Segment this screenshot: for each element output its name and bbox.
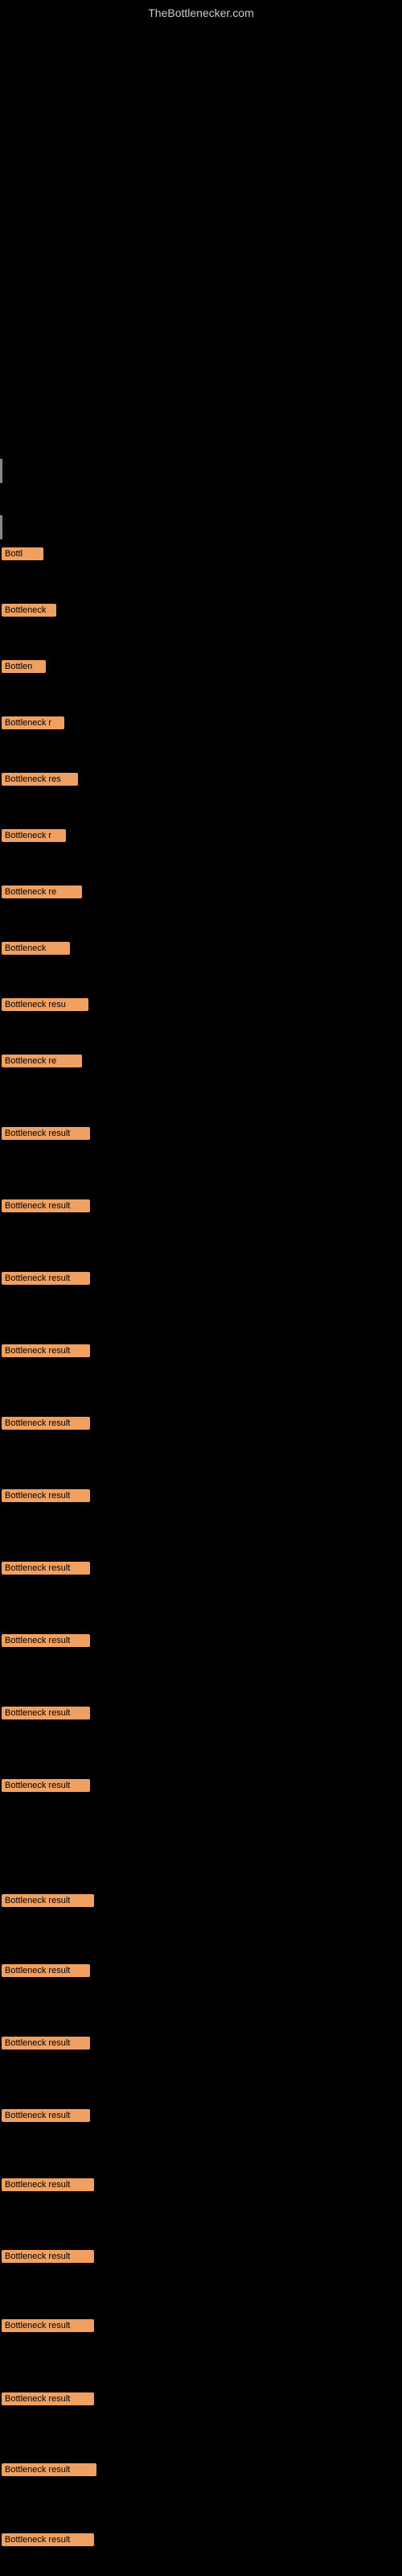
bottleneck-result-item[interactable]: Bottleneck result	[2, 1964, 90, 1977]
bottleneck-result-item[interactable]: Bottleneck result	[2, 1779, 90, 1792]
bottleneck-result-item[interactable]: Bottleneck result	[2, 2037, 90, 2050]
bottleneck-result-item[interactable]: Bottleneck	[2, 604, 56, 617]
bottleneck-result-item[interactable]: Bottleneck result	[2, 2178, 94, 2191]
bottleneck-result-item[interactable]: Bottleneck resu	[2, 998, 88, 1011]
bottleneck-result-item[interactable]: Bottleneck result	[2, 1272, 90, 1285]
bottleneck-result-item[interactable]: Bottleneck result	[2, 1707, 90, 1719]
bottleneck-result-item[interactable]: Bottleneck result	[2, 1344, 90, 1357]
bottleneck-result-item[interactable]: Bottl	[2, 547, 43, 560]
bottleneck-result-item[interactable]: Bottleneck result	[2, 1417, 90, 1430]
bottleneck-result-item[interactable]: Bottleneck r	[2, 829, 66, 842]
bottleneck-result-item[interactable]: Bottleneck result	[2, 2463, 96, 2476]
bottleneck-result-item[interactable]: Bottleneck result	[2, 2109, 90, 2122]
site-title: TheBottlenecker.com	[148, 6, 254, 19]
bottleneck-result-item[interactable]: Bottleneck res	[2, 773, 78, 786]
bottleneck-result-item[interactable]: Bottleneck result	[2, 2533, 94, 2546]
bottleneck-result-item[interactable]: Bottleneck result	[2, 1894, 94, 1907]
bottleneck-result-item[interactable]: Bottlen	[2, 660, 46, 673]
bottleneck-result-item[interactable]: Bottleneck result	[2, 1562, 90, 1575]
bottleneck-result-item[interactable]: Bottleneck r	[2, 716, 64, 729]
bottleneck-result-item[interactable]: Bottleneck	[2, 942, 70, 955]
bottleneck-result-item[interactable]: Bottleneck result	[2, 1489, 90, 1502]
cursor-line-1	[0, 515, 2, 539]
bottleneck-result-item[interactable]: Bottleneck result	[2, 1634, 90, 1647]
bottleneck-result-item[interactable]: Bottleneck re	[2, 886, 82, 898]
cursor-line-0	[0, 459, 2, 483]
bottleneck-result-item[interactable]: Bottleneck result	[2, 2250, 94, 2263]
bottleneck-result-item[interactable]: Bottleneck result	[2, 1127, 90, 1140]
bottleneck-result-item[interactable]: Bottleneck re	[2, 1055, 82, 1067]
bottleneck-result-item[interactable]: Bottleneck result	[2, 2319, 94, 2332]
bottleneck-result-item[interactable]: Bottleneck result	[2, 2392, 94, 2405]
bottleneck-result-item[interactable]: Bottleneck result	[2, 1199, 90, 1212]
